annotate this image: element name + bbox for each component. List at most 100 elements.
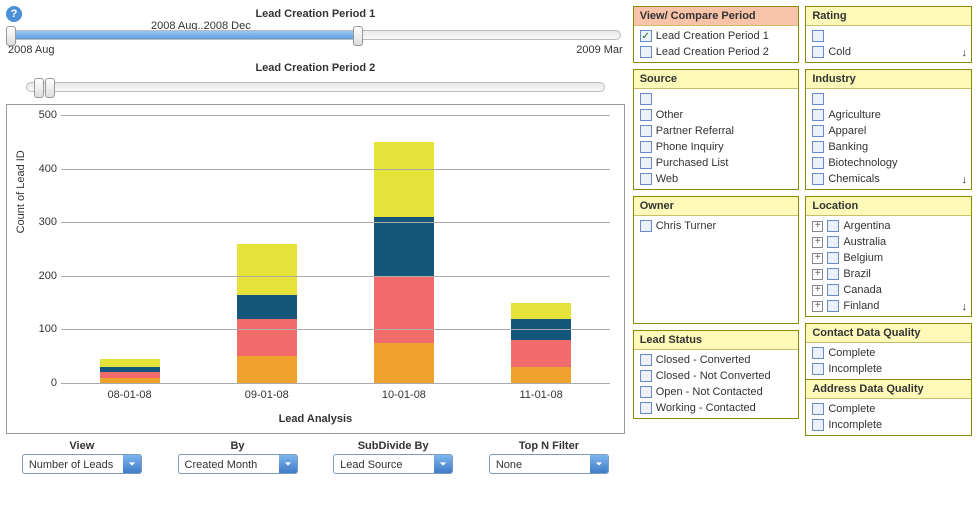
checkbox[interactable] — [812, 419, 824, 431]
checkbox[interactable] — [640, 173, 652, 185]
checkbox[interactable] — [812, 46, 824, 58]
checkbox[interactable] — [640, 109, 652, 121]
chevron-down-icon — [123, 455, 141, 473]
filter-option[interactable]: Web — [634, 171, 799, 187]
filter-option[interactable] — [806, 91, 971, 107]
bar-segment-yellow — [237, 244, 297, 295]
bar-segment-yellow — [511, 303, 571, 319]
filter-option[interactable]: + Canada — [806, 282, 971, 298]
filter-option[interactable]: Biotechnology — [806, 155, 971, 171]
filter-option[interactable]: +Belgium — [806, 250, 971, 266]
checkbox[interactable] — [812, 403, 824, 415]
checkbox[interactable] — [640, 93, 652, 105]
filter-option[interactable] — [634, 91, 799, 107]
expand-icon[interactable]: + — [812, 253, 823, 264]
expand-icon[interactable]: + — [812, 269, 823, 280]
filter-option[interactable]: Phone Inquiry — [634, 139, 799, 155]
filter-option[interactable]: Closed - Converted — [634, 352, 799, 368]
checkbox[interactable] — [812, 30, 824, 42]
filter-option[interactable]: Purchased List — [634, 155, 799, 171]
bar-segment-red — [100, 372, 160, 377]
expand-icon[interactable]: + — [812, 237, 823, 248]
checkbox[interactable] — [812, 157, 824, 169]
filter-option[interactable]: Chemicals — [806, 171, 971, 187]
filter-option[interactable]: Agriculture — [806, 107, 971, 123]
expand-icon[interactable]: + — [812, 301, 823, 312]
filter-option[interactable]: Cold — [806, 44, 971, 60]
filter-option[interactable]: +Brazil — [806, 266, 971, 282]
combo-by[interactable]: Created Month — [178, 454, 298, 474]
filter-option-label: Canada — [843, 284, 882, 296]
filter-option[interactable]: +Argentina — [806, 218, 971, 234]
checkbox[interactable] — [640, 402, 652, 414]
period-2-handle-end[interactable] — [45, 78, 55, 98]
bar[interactable]: 10-01-08 — [374, 115, 434, 383]
bar[interactable]: 08-01-08 — [100, 115, 160, 383]
expand-icon[interactable]: + — [812, 221, 823, 232]
checkbox[interactable] — [812, 125, 824, 137]
panel-header: Owner — [634, 197, 799, 216]
checkbox[interactable] — [640, 141, 652, 153]
filter-option[interactable]: Incomplete — [806, 361, 971, 377]
filter-option[interactable]: Complete — [806, 345, 971, 361]
checkbox[interactable] — [827, 300, 839, 312]
filter-option[interactable]: Lead Creation Period 2 — [634, 44, 799, 60]
filter-option[interactable]: Apparel — [806, 123, 971, 139]
filter-option[interactable] — [806, 28, 971, 44]
filter-option-label: Cold — [828, 46, 851, 58]
filter-option[interactable]: Complete — [806, 401, 971, 417]
checkbox[interactable] — [827, 236, 839, 248]
checkbox[interactable] — [640, 386, 652, 398]
filter-option[interactable]: Incomplete — [806, 417, 971, 433]
period-2-track[interactable] — [26, 82, 605, 92]
checkbox[interactable] — [827, 220, 839, 232]
checkbox[interactable] — [812, 363, 824, 375]
checkbox[interactable] — [640, 220, 652, 232]
filter-option[interactable]: Chris Turner — [634, 218, 799, 234]
filter-option[interactable]: +Finland — [806, 298, 971, 314]
xtick-label: 10-01-08 — [374, 389, 434, 401]
checkbox[interactable] — [640, 46, 652, 58]
filter-option-label: Partner Referral — [656, 125, 734, 137]
checkbox[interactable] — [640, 354, 652, 366]
checkbox[interactable] — [812, 141, 824, 153]
period-1-track[interactable] — [10, 30, 621, 40]
filter-option[interactable]: +Australia — [806, 234, 971, 250]
gridline — [61, 383, 610, 384]
combo-subdivide[interactable]: Lead Source — [333, 454, 453, 474]
panel-body: +Argentina+Australia+Belgium+Brazil+Cana… — [806, 216, 971, 316]
checkbox[interactable] — [812, 93, 824, 105]
checkbox[interactable] — [640, 125, 652, 137]
filter-option[interactable]: ✓Lead Creation Period 1 — [634, 28, 799, 44]
bar[interactable]: 11-01-08 — [511, 115, 571, 383]
filter-option[interactable]: Other — [634, 107, 799, 123]
checkbox[interactable] — [640, 370, 652, 382]
filter-option[interactable]: Working - Contacted — [634, 400, 799, 416]
bar-segment-red — [237, 319, 297, 357]
period-1-handle-start[interactable] — [6, 26, 16, 46]
filter-option[interactable]: Open - Not Contacted — [634, 384, 799, 400]
checkbox[interactable] — [812, 347, 824, 359]
checkbox[interactable] — [640, 157, 652, 169]
filter-option[interactable]: Partner Referral — [634, 123, 799, 139]
filter-option-label: Complete — [828, 347, 875, 359]
filter-option[interactable]: Closed - Not Converted — [634, 368, 799, 384]
ytick: 200 — [31, 270, 57, 282]
xtick-label: 08-01-08 — [100, 389, 160, 401]
filter-option[interactable]: Banking — [806, 139, 971, 155]
expand-icon[interactable]: + — [812, 285, 823, 296]
bar[interactable]: 09-01-08 — [237, 115, 297, 383]
period-2-handle-start[interactable] — [34, 78, 44, 98]
checkbox[interactable]: ✓ — [640, 30, 652, 42]
period-1-handle-end[interactable] — [353, 26, 363, 46]
combo-view[interactable]: Number of Leads — [22, 454, 142, 474]
help-icon[interactable]: ? — [6, 6, 22, 22]
checkbox[interactable] — [812, 173, 824, 185]
checkbox[interactable] — [827, 252, 839, 264]
checkbox[interactable] — [827, 284, 839, 296]
checkbox[interactable] — [812, 109, 824, 121]
combo-topn[interactable]: None — [489, 454, 609, 474]
checkbox[interactable] — [827, 268, 839, 280]
plot-area: 08-01-0809-01-0810-01-0811-01-08 0100200… — [61, 115, 610, 383]
ctrl-topn-label: Top N Filter — [473, 440, 625, 452]
